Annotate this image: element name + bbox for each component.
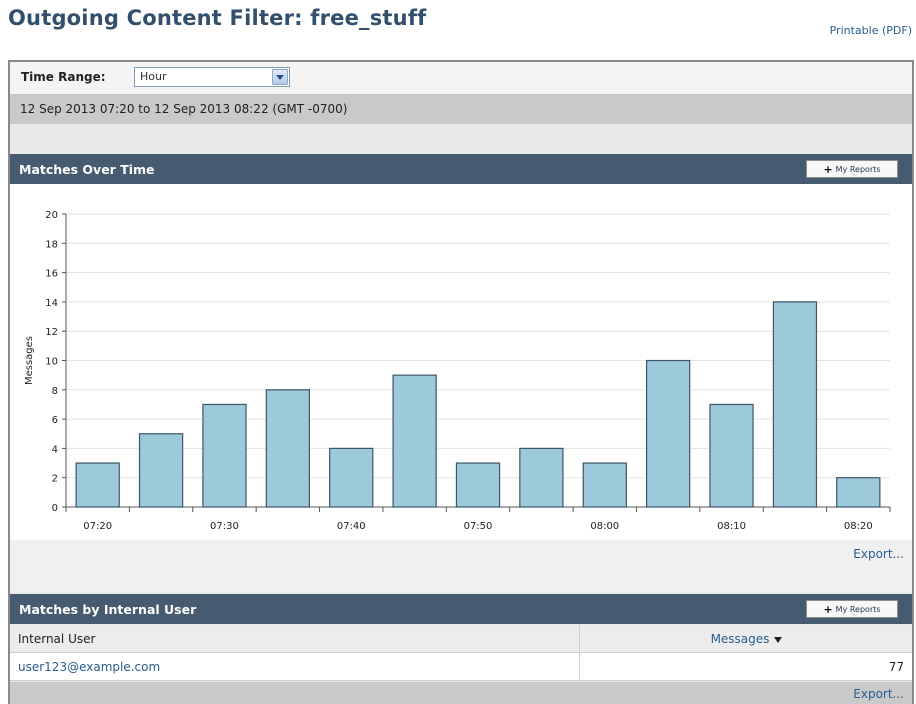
table-export-area: Export... bbox=[10, 682, 912, 704]
chart-bar bbox=[772, 301, 818, 508]
x-tick-label: 07:30 bbox=[210, 521, 239, 532]
my-reports-label: My Reports bbox=[835, 164, 881, 174]
column-header-messages-label: Messages bbox=[710, 632, 770, 646]
y-tick-label: 14 bbox=[45, 298, 58, 309]
matches-by-user-title: Matches by Internal User bbox=[19, 602, 197, 617]
internal-user-link[interactable]: user123@example.com bbox=[18, 660, 160, 674]
chart-bar bbox=[646, 359, 691, 508]
time-range-select[interactable]: Hour bbox=[134, 67, 290, 87]
x-tick-label: 08:00 bbox=[590, 521, 619, 532]
y-tick-label: 20 bbox=[45, 210, 58, 221]
report-frame: Time Range: Hour 12 Sep 2013 07:20 to 12… bbox=[8, 60, 914, 704]
column-header-messages[interactable]: Messages bbox=[581, 625, 912, 653]
table-row: user123@example.com 77 bbox=[10, 653, 912, 681]
chart-bar bbox=[138, 433, 184, 508]
column-header-internal-user[interactable]: Internal User bbox=[10, 625, 580, 653]
add-to-my-reports-button[interactable]: + My Reports bbox=[806, 600, 898, 618]
date-range-text: 12 Sep 2013 07:20 to 12 Sep 2013 08:22 (… bbox=[20, 102, 348, 116]
printable-pdf-link[interactable]: Printable (PDF) bbox=[830, 24, 912, 37]
x-tick-label: 08:20 bbox=[844, 521, 873, 532]
x-tick-label: 07:40 bbox=[337, 521, 366, 532]
time-range-label: Time Range: bbox=[21, 70, 106, 84]
x-tick-label: 07:20 bbox=[83, 521, 112, 532]
plus-icon: + bbox=[823, 602, 833, 616]
y-tick-label: 2 bbox=[52, 474, 58, 485]
y-tick-label: 0 bbox=[52, 503, 58, 514]
date-range-bar: 12 Sep 2013 07:20 to 12 Sep 2013 08:22 (… bbox=[10, 94, 912, 124]
plus-icon: + bbox=[823, 162, 833, 176]
time-range-row: Time Range: Hour bbox=[10, 62, 912, 94]
x-tick-label: 08:10 bbox=[717, 521, 746, 532]
chart-export-link[interactable]: Export... bbox=[853, 547, 904, 561]
messages-count-cell: 77 bbox=[888, 660, 904, 674]
y-tick-label: 4 bbox=[52, 444, 58, 455]
y-tick-label: 18 bbox=[45, 239, 58, 250]
matches-over-time-chart: 0 2 4 6 8 10 12 14 16 18 20 Messages 07:20 07:30 07:40… bbox=[10, 184, 912, 540]
y-tick-label: 10 bbox=[45, 357, 58, 368]
table-export-link[interactable]: Export... bbox=[853, 687, 904, 701]
chart-export-area: Export... bbox=[10, 540, 912, 592]
matches-over-time-header: Matches Over Time + My Reports bbox=[10, 154, 912, 184]
chart-bar bbox=[329, 447, 374, 508]
sort-descending-icon bbox=[774, 636, 783, 643]
chart-bar bbox=[265, 389, 310, 508]
chart-bar bbox=[836, 477, 881, 508]
chart-bar bbox=[392, 374, 437, 508]
page-title: Outgoing Content Filter: free_stuff bbox=[8, 6, 427, 30]
matches-over-time-title: Matches Over Time bbox=[19, 162, 155, 177]
internal-users-table: Internal User Messages user123@example.c… bbox=[10, 625, 912, 681]
y-tick-label: 12 bbox=[45, 327, 58, 338]
chart-bar bbox=[519, 447, 564, 508]
my-reports-label: My Reports bbox=[835, 604, 881, 614]
chart-bar bbox=[202, 403, 247, 508]
y-axis-label: Messages bbox=[24, 336, 35, 385]
time-range-selected-value: Hour bbox=[140, 70, 167, 83]
chart-bar bbox=[582, 462, 627, 508]
internal-user-cell: user123@example.com bbox=[10, 653, 580, 681]
matches-by-user-header: Matches by Internal User + My Reports bbox=[10, 594, 912, 624]
chevron-down-icon[interactable] bbox=[272, 69, 288, 85]
y-tick-label: 8 bbox=[52, 386, 58, 397]
chart-bar bbox=[455, 462, 501, 508]
table-header-row: Internal User Messages bbox=[10, 625, 912, 653]
chart-bar bbox=[75, 462, 120, 508]
x-tick-label: 07:50 bbox=[464, 521, 493, 532]
y-tick-label: 16 bbox=[45, 269, 58, 280]
y-tick-label: 6 bbox=[52, 415, 58, 426]
bar-chart: 0 2 4 6 8 10 12 14 16 18 20 Messages 07:20 07:30 07:40… bbox=[24, 210, 891, 532]
chart-bar bbox=[709, 403, 754, 508]
add-to-my-reports-button[interactable]: + My Reports bbox=[806, 160, 898, 178]
